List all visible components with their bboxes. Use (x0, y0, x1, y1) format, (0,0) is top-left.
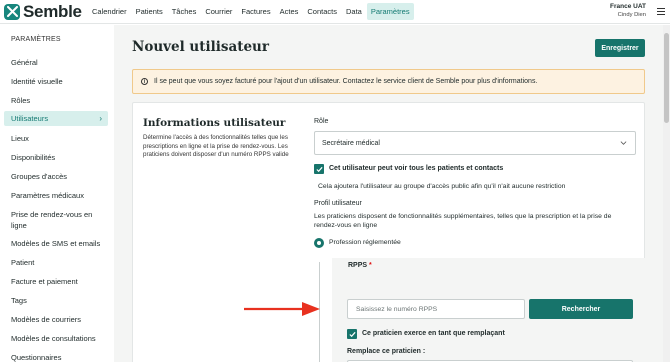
role-select-value: Secrétaire médical (322, 139, 380, 147)
sidebar-item-modeles-consultations[interactable]: Modèles de consultations (4, 333, 108, 344)
nav-taches[interactable]: Tâches (168, 3, 201, 20)
sidebar-item-facture-paiement[interactable]: Facture et paiement (4, 276, 108, 287)
rpps-placeholder: Saisissez le numéro RPPS (356, 305, 438, 313)
chevron-right-icon: › (99, 114, 102, 123)
section-title: Informations utilisateur (143, 117, 286, 129)
settings-sidebar: PARAMÈTRES Général Identité visuelle Rôl… (0, 25, 114, 362)
sidebar-item-prise-rdv-en-ligne[interactable]: Prise de rendez-vous en ligne (4, 209, 94, 231)
info-icon: i (141, 78, 148, 85)
regulated-profession-label[interactable]: Profession réglementée (329, 239, 401, 246)
account-switcher[interactable]: France UAT Cindy Dien (610, 3, 646, 18)
sidebar-item-parametres-medicaux[interactable]: Paramètres médicaux (4, 190, 108, 201)
hamburger-menu-icon[interactable] (657, 8, 665, 15)
nav-courrier[interactable]: Courrier (201, 3, 236, 20)
rpps-search-button[interactable]: Rechercher (529, 299, 633, 319)
profile-description: Les praticiens disposent de fonctionnali… (314, 213, 612, 229)
nav-actes[interactable]: Actes (276, 3, 303, 20)
top-bar: Semble Calendrier Patients Tâches Courri… (0, 0, 670, 24)
see-all-patients-checkbox[interactable] (314, 164, 324, 174)
checkmark-icon (315, 166, 323, 172)
app-name: Semble (23, 1, 82, 21)
semble-logo-icon (4, 3, 20, 20)
main-nav: Calendrier Patients Tâches Courrier Fact… (88, 0, 415, 24)
replacement-checkbox[interactable] (347, 329, 357, 339)
save-button[interactable]: Enregistrer (595, 39, 645, 57)
nav-contacts[interactable]: Contacts (303, 3, 341, 20)
rpps-label: RPPS * (348, 262, 372, 269)
sidebar-item-groupes-acces[interactable]: Groupes d'accès (4, 171, 108, 182)
chevron-down-icon (620, 141, 627, 145)
role-select[interactable]: Secrétaire médical (314, 131, 636, 155)
role-label: Rôle (314, 118, 329, 125)
sidebar-item-identite-visuelle[interactable]: Identité visuelle (4, 76, 108, 87)
see-all-patients-help: Cela ajoutera l'utilisateur au groupe d'… (318, 183, 566, 190)
see-all-patients-label[interactable]: Cet utilisateur peut voir tous les patie… (329, 165, 503, 172)
page-title: Nouvel utilisateur (132, 39, 269, 55)
app-logo[interactable]: Semble (4, 2, 88, 22)
sidebar-heading: PARAMÈTRES (11, 36, 61, 43)
regulated-profession-radio[interactable] (314, 238, 324, 248)
required-marker: * (369, 262, 372, 269)
sidebar-item-disponibilites[interactable]: Disponibilités (4, 152, 108, 163)
page-scrollbar[interactable] (663, 25, 670, 362)
checkmark-icon (348, 331, 356, 337)
section-description: Détermine l'accès à des fonctionnalités … (143, 134, 289, 159)
main-content: Nouvel utilisateur Enregistrer i Il se p… (114, 25, 663, 362)
account-org: France UAT (610, 3, 646, 10)
replaces-label: Remplace ce praticien : (347, 348, 426, 355)
sidebar-item-patient[interactable]: Patient (4, 257, 108, 268)
banner-text: Il se peut que vous soyez facturé pour l… (154, 78, 538, 85)
nav-calendrier[interactable]: Calendrier (88, 3, 131, 20)
annotation-arrow-icon (244, 302, 320, 316)
profile-label: Profil utilisateur (314, 200, 362, 207)
billing-warning-banner: i Il se peut que vous soyez facturé pour… (132, 69, 645, 94)
nav-patients[interactable]: Patients (132, 3, 167, 20)
sidebar-item-modeles-sms-emails[interactable]: Modèles de SMS et emails (4, 238, 108, 249)
user-info-card: Informations utilisateur Détermine l'acc… (132, 102, 645, 362)
account-user: Cindy Dien (617, 12, 646, 18)
sidebar-item-roles[interactable]: Rôles (4, 95, 108, 106)
sidebar-item-lieux[interactable]: Lieux (4, 133, 108, 144)
sidebar-item-label: Utilisateurs (11, 114, 49, 123)
sidebar-item-utilisateurs[interactable]: Utilisateurs › (4, 111, 108, 126)
sidebar-item-tags[interactable]: Tags (4, 295, 108, 306)
scrollbar-thumb[interactable] (664, 33, 669, 123)
nav-factures[interactable]: Factures (237, 3, 274, 20)
sidebar-item-questionnaires[interactable]: Questionnaires (4, 352, 108, 362)
nav-data[interactable]: Data (342, 3, 366, 20)
rpps-label-text: RPPS (348, 262, 368, 269)
sidebar-item-modeles-courriers[interactable]: Modèles de courriers (4, 314, 108, 325)
replacement-label[interactable]: Ce praticien exerce en tant que remplaça… (362, 330, 505, 337)
nav-parametres[interactable]: Paramètres (366, 3, 414, 20)
rpps-input[interactable]: Saisissez le numéro RPPS (347, 299, 525, 319)
sidebar-item-general[interactable]: Général (4, 57, 108, 68)
